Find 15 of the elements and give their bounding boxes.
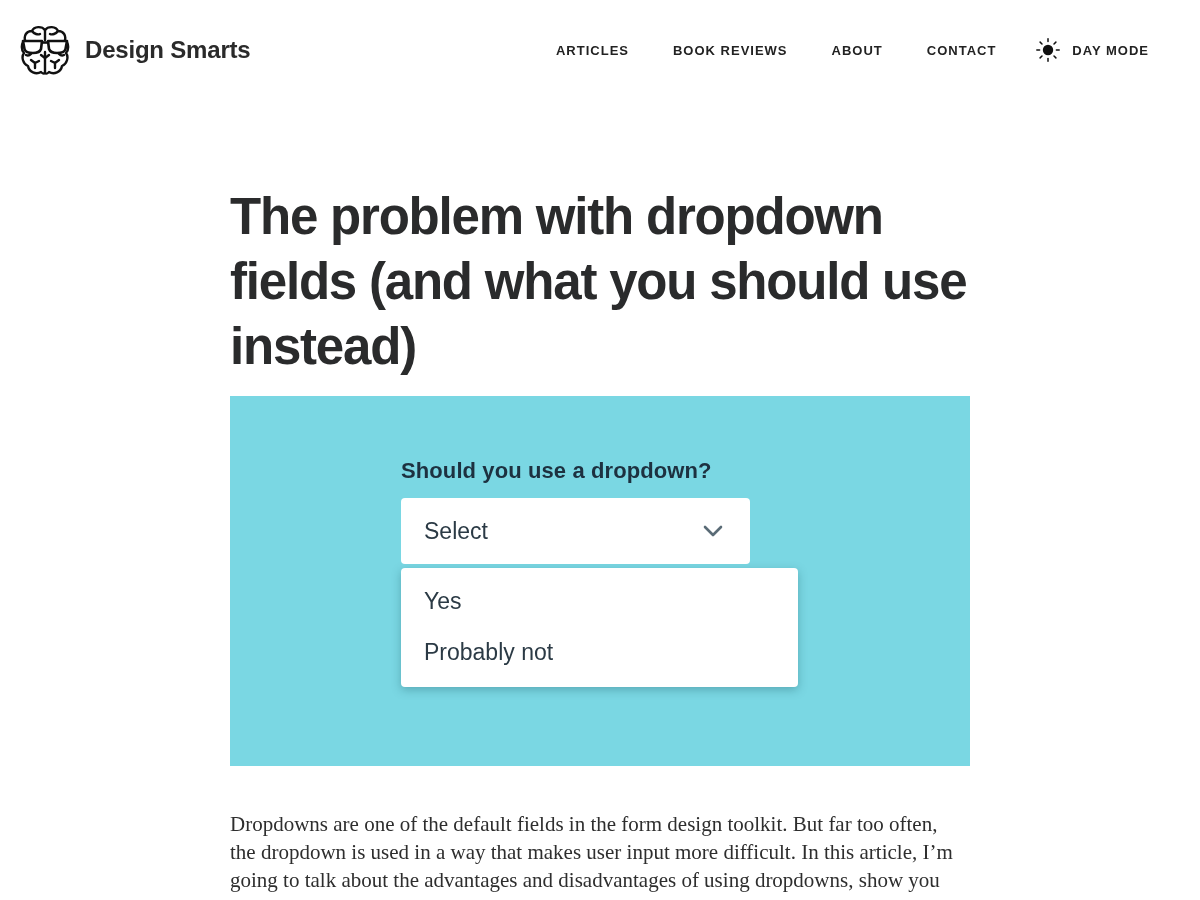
select-field[interactable]: Select [401, 498, 750, 564]
nav-link[interactable]: CONTACT [926, 42, 997, 58]
question-label: Should you use a dropdown? [401, 457, 713, 485]
article-title: The problem with dropdown fields (and what you should use instead) [230, 187, 968, 377]
sun-icon [1036, 38, 1061, 62]
nav-link[interactable]: ABOUT [831, 42, 883, 58]
dropdown-option[interactable]: Probably not [401, 627, 798, 678]
dropdown-option[interactable]: Yes [401, 576, 798, 627]
chevron-down-icon [703, 525, 723, 537]
article-paragraph: Dropdowns are one of the default fields in the form design toolkit. But far too often, the dropdown is used in a way that makes user input more difficult. In this article, I’m going to talk about the advantages and disadvantages of using dropdowns, show you [230, 811, 954, 894]
day-mode-toggle[interactable]: DAY MODE [1036, 38, 1149, 62]
brain-with-glasses-logo-icon[interactable] [20, 24, 70, 76]
nav-link[interactable]: BOOK REVIEWS [672, 42, 788, 58]
nav-link[interactable]: ARTICLES [555, 42, 629, 58]
site-name[interactable]: Design Smarts [85, 36, 251, 64]
